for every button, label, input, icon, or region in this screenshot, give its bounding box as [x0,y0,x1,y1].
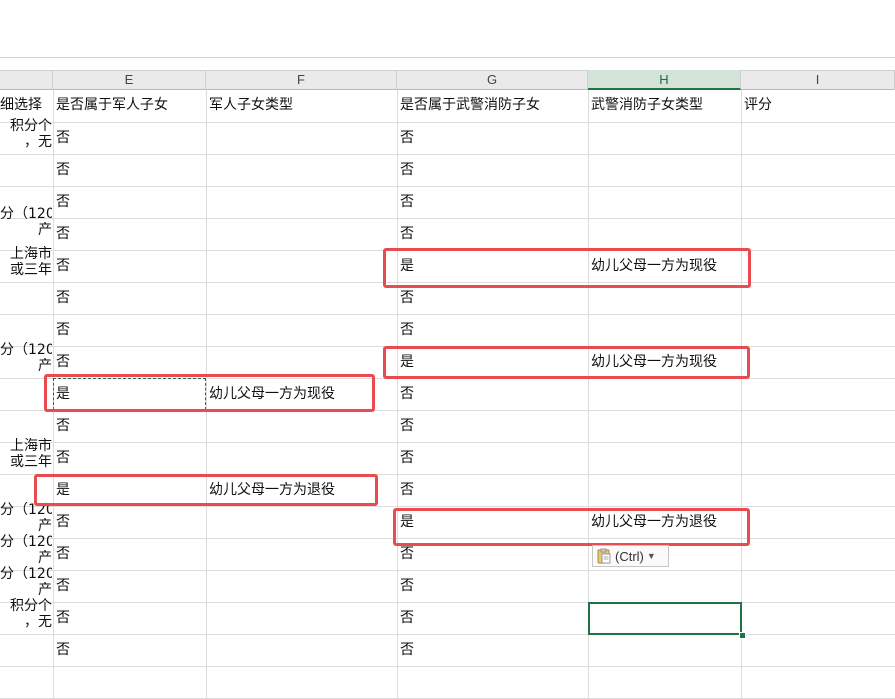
table-cell[interactable] [588,314,741,346]
table-cell[interactable]: 否 [397,410,588,442]
table-cell[interactable] [206,218,397,250]
table-cell[interactable] [206,314,397,346]
table-cell[interactable] [206,538,397,570]
partial-cell-text: 或三年 [10,262,52,278]
caret-down-icon: ▼ [646,551,656,561]
table-cell[interactable]: 否 [397,474,588,506]
table-cell[interactable] [588,154,741,186]
column-header-i[interactable]: I [741,70,895,90]
table-cell[interactable]: 否 [53,442,206,474]
table-cell[interactable]: 否 [397,634,588,666]
partial-cell-text: 或三年 [10,454,52,470]
table-cell[interactable] [588,378,741,410]
table-cell[interactable] [206,250,397,282]
header-cell[interactable]: 武警消防子女类型 [588,90,741,122]
table-cell[interactable]: 否 [397,378,588,410]
paste-options-button[interactable]: (Ctrl) ▼ [592,545,669,567]
table-cell[interactable] [588,634,741,666]
table-cell[interactable]: 否 [397,218,588,250]
table-cell[interactable]: 否 [397,154,588,186]
paste-options-label: (Ctrl) [615,548,644,564]
table-cell[interactable]: 否 [53,570,206,602]
table-cell[interactable] [206,570,397,602]
partial-cell-text: 上海市 [10,246,52,262]
fill-handle[interactable] [739,632,746,639]
partial-cell-text: 分（120 [0,206,52,222]
highlight-box-e9 [44,374,375,412]
highlight-box-e12 [34,474,378,506]
partial-cell-text: 产 [38,582,52,598]
highlight-box-g8 [383,346,750,379]
header-cell[interactable]: 军人子女类型 [206,90,397,122]
table-cell[interactable]: 否 [53,506,206,538]
gridline [0,666,895,667]
column-header-e[interactable]: E [53,70,206,90]
table-cell[interactable] [206,410,397,442]
divider [0,57,895,58]
partial-cell-text: 产 [38,518,52,534]
table-cell[interactable] [588,474,741,506]
partial-cell-text: 积分个 [10,118,52,134]
table-cell[interactable]: 否 [53,538,206,570]
partial-cell-text: 产 [38,550,52,566]
table-cell[interactable] [206,506,397,538]
table-cell[interactable]: 否 [53,282,206,314]
table-cell[interactable]: 否 [397,602,588,634]
partial-cell-text: 分（120 [0,342,52,358]
table-cell[interactable] [588,442,741,474]
partial-cell-text: 产 [38,222,52,238]
table-cell[interactable]: 否 [53,314,206,346]
header-cell[interactable]: 评分 [741,90,895,122]
column-header-g[interactable]: G [397,70,588,90]
table-cell[interactable] [206,122,397,154]
table-cell[interactable] [206,442,397,474]
table-cell[interactable] [588,122,741,154]
partial-cell-text: 分（120 [0,534,52,550]
header-cell[interactable]: 是否属于武警消防子女 [397,90,588,122]
partial-cell-text: 积分个 [10,598,52,614]
table-cell[interactable]: 否 [397,122,588,154]
table-cell[interactable] [206,154,397,186]
highlight-box-g13 [393,508,750,546]
table-cell[interactable]: 否 [53,634,206,666]
table-cell[interactable]: 否 [397,442,588,474]
table-cell[interactable]: 否 [53,186,206,218]
column-header-f[interactable]: F [206,70,397,90]
table-cell[interactable]: 否 [53,602,206,634]
table-cell[interactable] [206,186,397,218]
table-cell[interactable] [588,186,741,218]
table-cell[interactable] [588,218,741,250]
table-cell[interactable]: 否 [53,250,206,282]
table-cell[interactable] [206,602,397,634]
column-header-d[interactable] [0,70,53,90]
table-cell[interactable]: 否 [397,186,588,218]
column-header-h[interactable]: H [588,70,741,90]
highlight-box-g5 [383,248,751,288]
table-cell[interactable] [588,570,741,602]
partial-cell-text: 产 [38,358,52,374]
table-cell[interactable]: 否 [53,122,206,154]
table-cell[interactable]: 否 [53,154,206,186]
table-cell[interactable] [588,410,741,442]
table-cell[interactable] [206,282,397,314]
partial-cell-text: 上海市 [10,438,52,454]
header-cell[interactable]: 是否属于军人子女 [53,90,206,122]
active-cell-h16[interactable] [588,602,742,635]
table-cell[interactable] [206,634,397,666]
table-cell[interactable]: 否 [397,314,588,346]
toolbar-area [0,0,895,57]
table-cell[interactable]: 否 [397,570,588,602]
table-cell[interactable]: 否 [53,410,206,442]
clipboard-icon [596,548,612,564]
partial-cell-text: 分（120 [0,566,52,582]
partial-cell-text: ，无 [24,614,52,630]
table-cell[interactable]: 否 [53,218,206,250]
partial-cell-text: ，无 [24,134,52,150]
